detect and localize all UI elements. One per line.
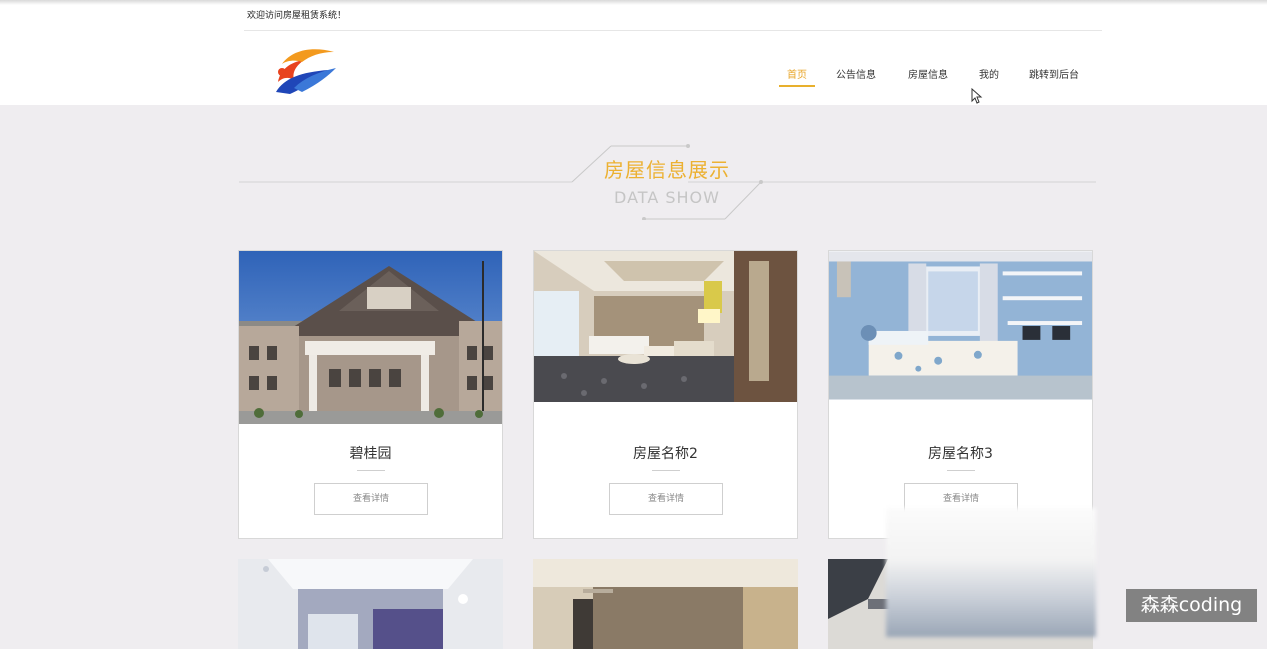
view-details-button[interactable]: 查看详情 bbox=[314, 483, 428, 515]
header-divider bbox=[244, 30, 1102, 31]
site-logo[interactable] bbox=[272, 42, 342, 96]
house-card[interactable]: 碧桂园 查看详情 bbox=[238, 250, 503, 539]
card-divider bbox=[652, 470, 680, 471]
nav-mine[interactable]: 我的 bbox=[979, 66, 999, 81]
house-card[interactable]: 房屋名称2 查看详情 bbox=[533, 250, 798, 539]
nav-admin[interactable]: 跳转到后台 bbox=[1029, 66, 1079, 81]
site-header: 欢迎访问房屋租赁系统！ 首页 公告信息 房屋信息 我的 跳转到后台 bbox=[0, 0, 1267, 105]
card-divider bbox=[947, 470, 975, 471]
section-title: 房屋信息展示 bbox=[604, 158, 730, 182]
watermark-badge: 森森coding bbox=[1126, 589, 1257, 622]
welcome-text: 欢迎访问房屋租赁系统！ bbox=[247, 11, 347, 21]
house-card-partial[interactable] bbox=[238, 559, 503, 649]
house-name: 房屋名称2 bbox=[633, 446, 698, 462]
nav-announcements[interactable]: 公告信息 bbox=[836, 66, 876, 81]
house-card-partial[interactable] bbox=[533, 559, 798, 649]
nav-home[interactable]: 首页 bbox=[787, 66, 807, 81]
section-subtitle: DATA SHOW bbox=[614, 188, 720, 207]
view-details-button[interactable]: 查看详情 bbox=[609, 483, 723, 515]
mouse-cursor-icon bbox=[971, 88, 983, 104]
hotel-room-photo[interactable] bbox=[534, 251, 797, 402]
card-divider bbox=[357, 470, 385, 471]
nav-active-indicator bbox=[779, 85, 815, 87]
hotel-exterior-photo[interactable] bbox=[239, 251, 502, 424]
blurred-overlay bbox=[886, 508, 1096, 637]
kids-bedroom-photo[interactable] bbox=[829, 251, 1092, 400]
suite-room-photo[interactable] bbox=[533, 559, 798, 649]
nav-houses[interactable]: 房屋信息 bbox=[908, 66, 948, 81]
house-name: 碧桂园 bbox=[349, 446, 392, 462]
house-card[interactable]: 房屋名称3 查看详情 bbox=[828, 250, 1093, 539]
house-name: 房屋名称3 bbox=[928, 446, 993, 462]
ceiling-room-photo[interactable] bbox=[238, 559, 503, 649]
